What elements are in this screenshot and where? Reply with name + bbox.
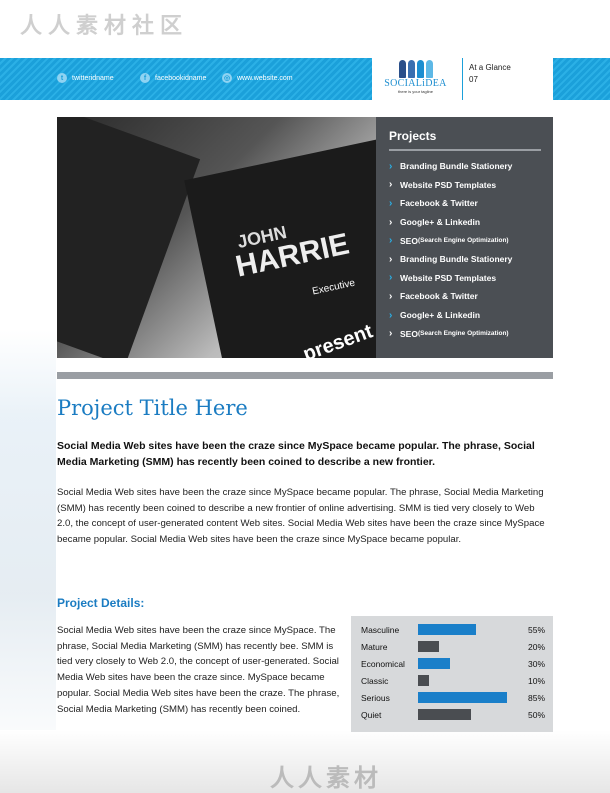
- attribute-bar-chart: Masculine 55% Mature 20% Economical 30% Classi…: [351, 616, 553, 732]
- chart-row: Classic 10%: [361, 672, 545, 689]
- details-paragraph: Social Media Web sites have been the cra…: [57, 625, 340, 715]
- chart-category-label: Mature: [361, 641, 388, 652]
- chevron-right-icon: ›: [389, 179, 393, 191]
- project-label: SEO: [400, 235, 418, 246]
- project-item[interactable]: › Google+ & Linkedin: [389, 213, 543, 232]
- project-label: Website PSD Templates: [400, 179, 497, 190]
- chevron-right-icon: ›: [389, 328, 393, 340]
- chart-category-label: Quiet: [361, 709, 382, 720]
- card-back: [57, 117, 201, 358]
- chart-track: [418, 675, 528, 686]
- glance-label: At a Glance: [469, 63, 511, 72]
- chart-category-label: Classic: [361, 675, 389, 686]
- logo-people-icon: [378, 60, 453, 78]
- chart-category-label: Economical: [361, 658, 405, 669]
- project-label: Branding Bundle Stationery: [400, 254, 513, 265]
- chart-row: Quiet 50%: [361, 706, 545, 723]
- project-item[interactable]: › Website PSD Templates: [389, 269, 543, 288]
- project-item[interactable]: › SEO (Search Engine Optimization): [389, 324, 543, 343]
- chart-track: [418, 709, 528, 720]
- chevron-right-icon: ›: [389, 309, 393, 321]
- page-title: Project Title Here: [57, 396, 248, 420]
- chevron-right-icon: ›: [389, 253, 393, 265]
- project-label: SEO: [400, 328, 418, 339]
- chart-bar: [418, 675, 429, 686]
- chevron-right-icon: ›: [389, 216, 393, 228]
- watermark-top: 人人素材社区: [20, 14, 189, 39]
- projects-panel: Projects › Branding Bundle Stationery › Web…: [376, 117, 553, 358]
- header-divider: [462, 58, 463, 100]
- details-title: Project Details:: [57, 596, 145, 610]
- contact-facebook[interactable]: f facebookidname: [140, 73, 206, 83]
- lead-paragraph: Social Media Web sites have been the cra…: [57, 440, 535, 468]
- project-item[interactable]: › Facebook & Twitter: [389, 287, 543, 306]
- chart-row: Masculine 55%: [361, 621, 545, 638]
- chevron-right-icon: ›: [389, 160, 393, 172]
- chart-track: [418, 658, 528, 669]
- globe-icon: ◎: [222, 73, 232, 83]
- chart-category-label: Serious: [361, 692, 390, 703]
- header-band-right: [553, 58, 610, 100]
- project-label: Google+ & Linkedin: [400, 217, 481, 228]
- project-label: Facebook & Twitter: [400, 198, 478, 209]
- chevron-right-icon: ›: [389, 290, 393, 302]
- project-label: Website PSD Templates: [400, 272, 497, 283]
- logo-tagline: there is your tagline: [398, 89, 433, 94]
- project-item[interactable]: › Facebook & Twitter: [389, 194, 543, 213]
- project-item[interactable]: › Website PSD Templates: [389, 176, 543, 195]
- chart-track: [418, 692, 528, 703]
- chart-bar: [418, 624, 476, 635]
- page-number: 07: [469, 75, 478, 84]
- chart-row: Mature 20%: [361, 638, 545, 655]
- puzzle-background: [0, 330, 56, 770]
- chart-value-label: 55%: [527, 624, 545, 635]
- project-sublabel: (Search Engine Optimization): [417, 330, 509, 338]
- section-divider: [57, 372, 553, 379]
- project-item[interactable]: › Branding Bundle Stationery: [389, 250, 543, 269]
- chart-bar: [418, 658, 450, 669]
- twitter-label: twitteridname: [72, 74, 114, 82]
- project-item[interactable]: › Google+ & Linkedin: [389, 306, 543, 325]
- watermark-bottom: 人人素材: [270, 764, 382, 792]
- chart-category-label: Masculine: [361, 624, 400, 635]
- body-paragraph: Social Media Web sites have been the cra…: [57, 487, 545, 546]
- chart-bar: [418, 692, 508, 703]
- chart-bar: [418, 709, 471, 720]
- chart-value-label: 50%: [527, 709, 545, 720]
- facebook-icon: f: [140, 73, 150, 83]
- chart-value-label: 10%: [527, 675, 545, 686]
- project-item[interactable]: › SEO (Search Engine Optimization): [389, 231, 543, 250]
- chart-track: [418, 641, 528, 652]
- chevron-right-icon: ›: [389, 272, 393, 284]
- project-label: Google+ & Linkedin: [400, 310, 481, 321]
- website-label: www.website.com: [237, 74, 293, 82]
- projects-title: Projects: [389, 129, 437, 143]
- at-a-glance: At a Glance 07: [469, 62, 511, 86]
- logo-name: SOCIALiDEA: [384, 78, 447, 89]
- project-label: Facebook & Twitter: [400, 291, 478, 302]
- projects-divider: [389, 149, 541, 151]
- chart-value-label: 85%: [527, 692, 545, 703]
- facebook-label: facebookidname: [155, 74, 207, 82]
- chevron-right-icon: ›: [389, 235, 393, 247]
- logo: SOCIALiDEA there is your tagline: [378, 58, 453, 102]
- contact-twitter[interactable]: t twitteridname: [57, 73, 114, 83]
- project-item[interactable]: › Branding Bundle Stationery: [389, 157, 543, 176]
- business-card-photo: JOHN HARRIE Executive present: [57, 117, 376, 358]
- chart-track: [418, 624, 528, 635]
- contact-website[interactable]: ◎ www.website.com: [222, 73, 293, 83]
- chart-value-label: 20%: [527, 641, 545, 652]
- chart-row: Serious 85%: [361, 689, 545, 706]
- chevron-right-icon: ›: [389, 197, 393, 209]
- chart-row: Economical 30%: [361, 655, 545, 672]
- chart-value-label: 30%: [527, 658, 545, 669]
- project-sublabel: (Search Engine Optimization): [417, 237, 509, 245]
- project-label: Branding Bundle Stationery: [400, 161, 513, 172]
- chart-bar: [418, 641, 439, 652]
- twitter-icon: t: [57, 73, 67, 83]
